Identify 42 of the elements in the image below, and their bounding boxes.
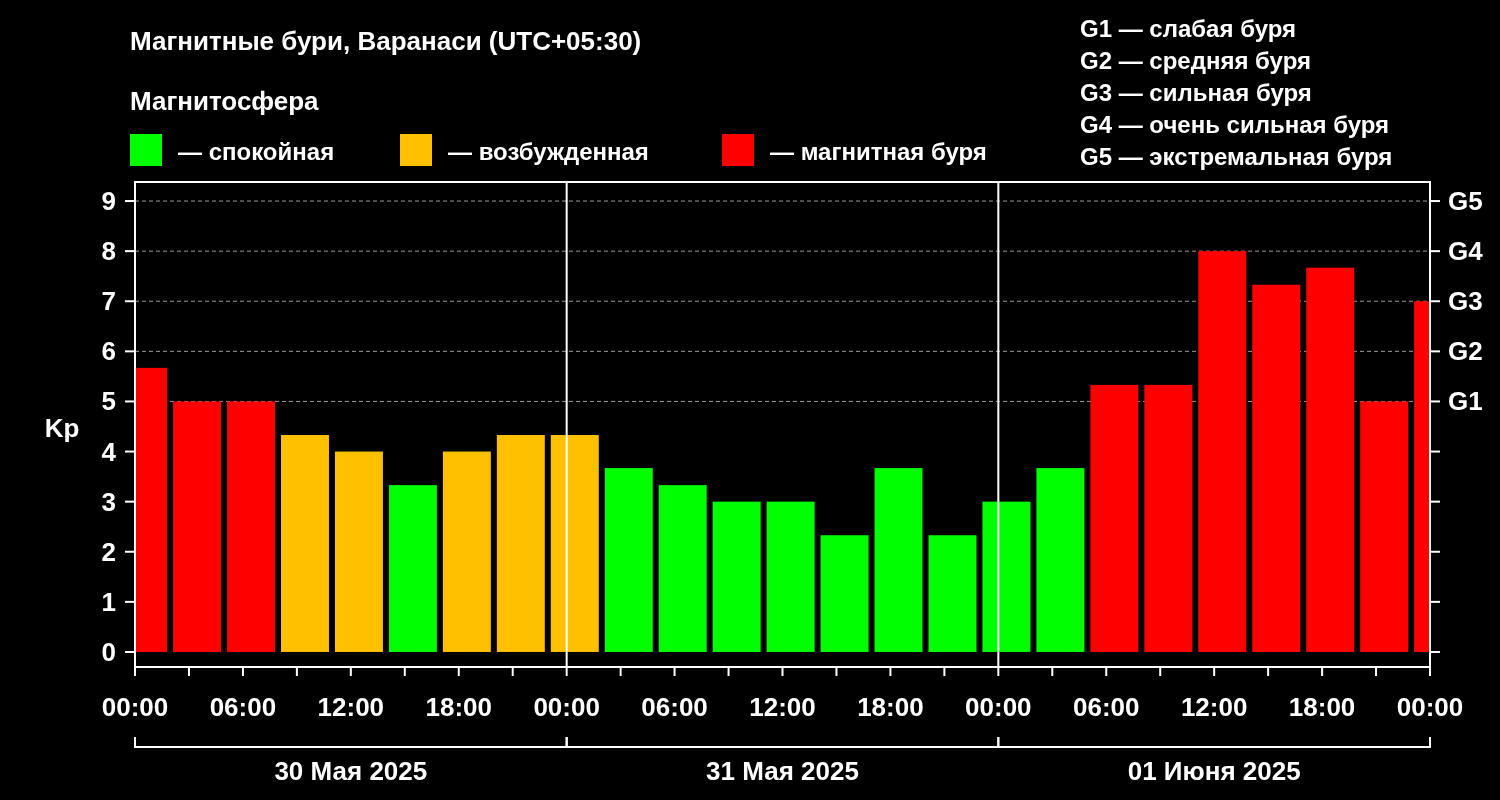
day-label: 01 Июня 2025: [1127, 756, 1301, 786]
storm-scale-entry: G3 — сильная буря: [1080, 79, 1312, 106]
x-tick-label: 18:00: [857, 692, 924, 722]
storm-scale-entry: G2 — средняя буря: [1080, 47, 1311, 74]
legend-label: — магнитная буря: [770, 138, 987, 165]
g-scale-label: G4: [1448, 236, 1483, 267]
g-scale-label: G3: [1448, 286, 1483, 317]
y-tick-label: 2: [101, 536, 116, 567]
y-tick-label: 7: [101, 286, 116, 317]
y-tick-label: 6: [101, 336, 116, 367]
y-axis-label: Kp: [44, 413, 80, 443]
storm-scale-entry: G4 — очень сильная буря: [1080, 111, 1390, 138]
x-tick-label: 06:00: [209, 692, 277, 722]
y-tick-label: 4: [101, 436, 116, 467]
y-tick-label: 1: [101, 586, 116, 617]
chart-title: Магнитные бури, Варанаси (UTC+05:30): [130, 26, 642, 56]
storm-scale-entry: G1 — слабая буря: [1080, 15, 1297, 42]
x-tick-label: 12:00: [749, 692, 816, 722]
x-tick-label: 06:00: [1073, 692, 1140, 722]
day-label: 30 Мая 2025: [274, 756, 428, 786]
x-tick-label: 18:00: [1288, 692, 1356, 722]
legend-heading: Магнитосфера: [130, 86, 319, 116]
legend-label: — спокойная: [178, 138, 335, 165]
y-tick-label: 9: [101, 186, 116, 217]
x-tick-label: 00:00: [1396, 692, 1464, 722]
x-tick-label: 06:00: [641, 692, 708, 722]
y-tick-label: 3: [101, 486, 116, 517]
y-tick-label: 5: [101, 386, 116, 417]
legend-label: — возбужденная: [448, 138, 649, 165]
x-tick-label: 18:00: [425, 692, 492, 722]
g-scale-label: G5: [1448, 186, 1483, 217]
x-tick-label: 00:00: [533, 692, 600, 722]
storm-scale-entry: G5 — экстремальная буря: [1080, 143, 1393, 170]
y-tick-label: 8: [101, 236, 116, 267]
x-tick-label: 12:00: [1180, 692, 1248, 722]
y-tick-label: 0: [101, 636, 116, 667]
g-scale-label: G2: [1448, 336, 1483, 367]
x-tick-label: 00:00: [965, 692, 1032, 722]
x-tick-label: 12:00: [317, 692, 385, 722]
x-tick-label: 00:00: [101, 692, 169, 722]
g-scale-label: G1: [1448, 386, 1483, 417]
day-label: 31 Мая 2025: [706, 756, 859, 786]
